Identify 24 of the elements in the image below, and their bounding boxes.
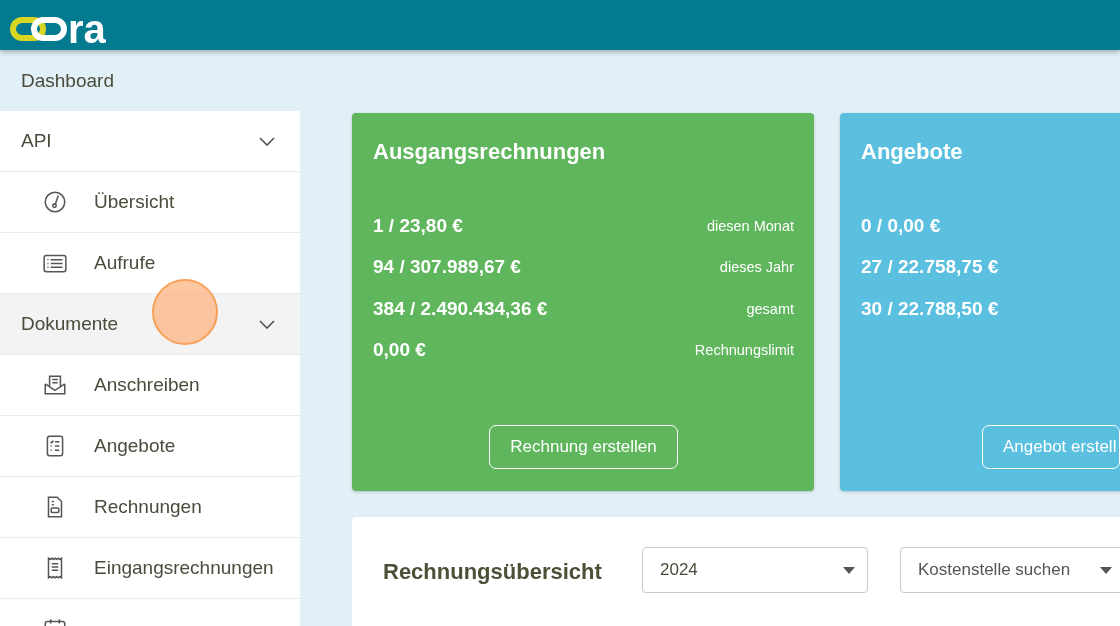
dropdown-arrow-icon: [843, 566, 855, 574]
stat-value: 0 / 0,00 €: [861, 214, 941, 237]
cost-center-select[interactable]: Kostenstelle suchen: [900, 547, 1120, 593]
panel-title: Rechnungsübersicht: [383, 559, 603, 585]
chevron-icon: [258, 318, 276, 330]
chevron-icon: [258, 135, 276, 147]
dropdown-arrow-icon: [1100, 566, 1112, 574]
stat-label: Rechnungslimit: [694, 342, 794, 359]
stat-value: 30 / 22.788,50 €: [861, 297, 999, 320]
stat-label: diesen Monat: [706, 217, 794, 234]
stat-value: 27 / 22.758,75 €: [861, 256, 999, 279]
logo-text: ra: [68, 12, 106, 46]
stat-value: 94 / 307.989,67 €: [373, 256, 521, 279]
stat-value: 384 / 2.490.434,36 €: [373, 297, 548, 320]
chain-link-icon: [10, 16, 68, 42]
stat-value: 1 / 23,80 €: [373, 214, 463, 237]
stat-label: dieses Jahr: [719, 259, 794, 276]
card-title: Ausgangsrechnungen: [373, 139, 607, 165]
card-title: Angebote: [861, 139, 964, 165]
stat-value: 0,00 €: [373, 339, 426, 362]
gauge-icon: [42, 189, 68, 215]
stat-label: gesamt: [746, 300, 794, 317]
year-select[interactable]: 2024: [642, 547, 868, 593]
breadcrumb[interactable]: Dashboard: [21, 69, 114, 92]
